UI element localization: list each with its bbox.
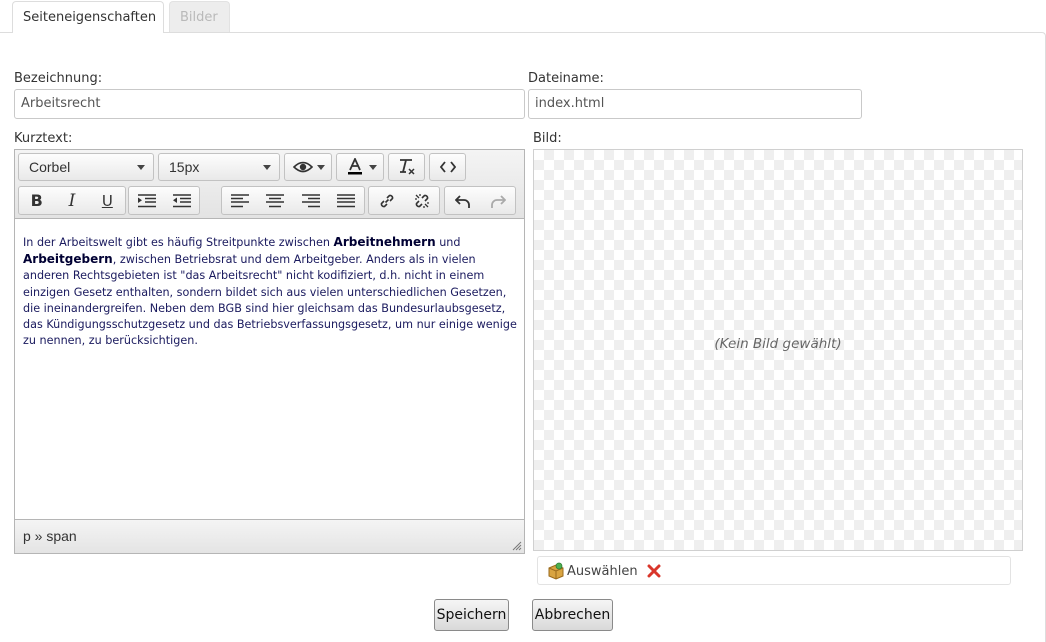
indent-icon [137, 193, 156, 207]
save-button[interactable]: Speichern [434, 599, 509, 631]
content-text: und [435, 236, 461, 249]
italic-button[interactable]: I [54, 187, 89, 214]
image-actions: Auswählen [537, 556, 1011, 585]
chevron-down-icon [317, 165, 325, 170]
remove-image-icon[interactable] [647, 564, 661, 578]
tab-seiteneigenschaften[interactable]: Seiteneigenschaften [12, 1, 164, 33]
font-family-value: Corbel [29, 159, 71, 175]
choose-image-button[interactable]: Auswählen [547, 562, 638, 580]
font-size-select[interactable]: 15px [158, 153, 280, 181]
redo-button[interactable] [480, 187, 515, 214]
no-image-text: (Kein Bild gewählt) [714, 336, 842, 352]
insert-link-button[interactable] [369, 187, 404, 214]
remove-link-button[interactable] [404, 187, 439, 214]
clear-format-icon [399, 159, 415, 175]
text-color-button[interactable] [336, 153, 384, 181]
clear-format-button[interactable] [388, 153, 425, 181]
chevron-down-icon [137, 165, 145, 170]
outdent-button[interactable] [164, 187, 199, 214]
filename-label: Dateiname: [528, 71, 604, 86]
box-icon [548, 562, 564, 580]
name-input[interactable]: Arbeitsrecht [14, 89, 525, 119]
align-left-icon [230, 193, 249, 207]
align-left-button[interactable] [222, 187, 258, 214]
chevron-down-icon [263, 165, 271, 170]
align-center-icon [266, 193, 285, 207]
redo-icon [490, 194, 506, 208]
preview-dropdown-button[interactable] [284, 153, 332, 181]
undo-icon [454, 194, 470, 208]
font-size-value: 15px [169, 159, 200, 175]
bold-button[interactable]: B [19, 187, 54, 214]
link-icon [380, 194, 393, 207]
tab-bilder[interactable]: Bilder [169, 1, 230, 33]
align-justify-button[interactable] [329, 187, 365, 214]
content-text: , zwischen Betriebsrat und dem Arbeitgeb… [23, 253, 517, 348]
cancel-button[interactable]: Abbrechen [532, 599, 613, 631]
chevron-down-icon [369, 165, 377, 170]
rich-text-editor: Corbel 15px B I U In der Arbeitswelt gib… [14, 149, 525, 554]
align-right-button[interactable] [293, 187, 329, 214]
filename-input[interactable]: index.html [528, 89, 862, 119]
image-preview[interactable]: (Kein Bild gewählt) [533, 149, 1023, 551]
undo-button[interactable] [445, 187, 480, 214]
outdent-icon [172, 193, 191, 207]
resize-handle-icon[interactable] [512, 541, 522, 551]
editor-toolbar: Corbel 15px B I U [15, 150, 524, 219]
link-group [368, 186, 440, 215]
code-icon [439, 161, 456, 173]
bold-icon: B [30, 191, 43, 210]
text-style-group: B I U [18, 186, 126, 215]
editor-statusbar: p » span [15, 519, 524, 553]
image-label: Bild: [533, 131, 562, 146]
italic-icon: I [68, 190, 76, 211]
unlink-icon [414, 193, 429, 208]
align-justify-icon [337, 193, 356, 207]
indent-button[interactable] [129, 187, 164, 214]
editor-content[interactable]: In der Arbeitswelt gibt es häufig Streit… [23, 234, 519, 349]
eye-icon [293, 161, 313, 173]
indent-group [128, 186, 200, 215]
underline-button[interactable]: U [90, 187, 125, 214]
source-code-button[interactable] [429, 153, 466, 181]
align-center-button[interactable] [258, 187, 294, 214]
content-text: In der Arbeitswelt gibt es häufig Streit… [23, 236, 334, 249]
shorttext-label: Kurztext: [14, 131, 73, 146]
align-right-icon [301, 193, 320, 207]
text-color-icon [348, 158, 362, 175]
font-family-select[interactable]: Corbel [18, 153, 154, 181]
history-group [444, 186, 516, 215]
content-bold-text: Arbeitnehmern [333, 235, 436, 249]
alignment-group [221, 186, 365, 215]
choose-image-label: Auswählen [567, 563, 638, 579]
underline-icon: U [101, 191, 113, 210]
element-path[interactable]: p » span [23, 528, 77, 544]
content-bold-text: Arbeitgebern [23, 252, 113, 267]
name-label: Bezeichnung: [14, 71, 103, 86]
